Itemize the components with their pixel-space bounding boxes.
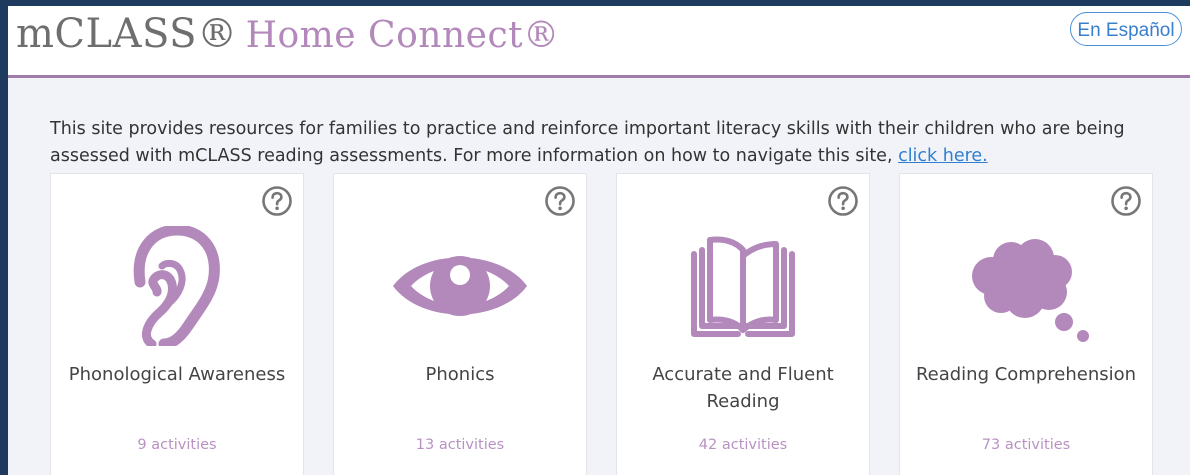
help-question-icon[interactable] [827, 185, 859, 217]
card-accurate-fluent-reading[interactable]: Accurate and Fluent Reading 42 activitie… [616, 173, 870, 475]
ear-icon [133, 226, 220, 346]
eye-icon [393, 256, 527, 316]
card-title: Reading Comprehension [915, 364, 1137, 385]
intro-paragraph: This site provides resources for familie… [50, 116, 1170, 170]
brand-main-text: mCLASS® [16, 11, 238, 57]
card-reading-comprehension[interactable]: Reading Comprehension 73 activities [899, 173, 1153, 475]
card-title: Accurate and Fluent Reading [652, 364, 834, 412]
site-logo[interactable]: mCLASS® Home Connect® [16, 12, 560, 56]
card-phonological-awareness[interactable]: Phonological Awareness 9 activities [50, 173, 304, 475]
site-header: mCLASS® Home Connect® En Español [8, 6, 1190, 78]
brand-sub-text: Home Connect® [245, 15, 560, 56]
help-link[interactable]: click here. [898, 146, 988, 166]
card-title: Phonics [425, 364, 495, 385]
book-icon [691, 236, 795, 337]
app-frame: mCLASS® Home Connect® En Español This sit… [8, 6, 1190, 475]
card-title: Phonological Awareness [68, 364, 286, 385]
spanish-language-button[interactable]: En Español [1070, 12, 1182, 46]
help-question-icon[interactable] [544, 185, 576, 217]
activity-count: 13 activities [415, 437, 505, 453]
activity-count: 73 activities [981, 437, 1071, 453]
skill-cards: Phonological Awareness 9 activities Phon… [50, 173, 1160, 475]
help-question-icon[interactable] [1110, 185, 1142, 217]
thought-cloud-icon [972, 239, 1089, 342]
card-phonics[interactable]: Phonics 13 activities [333, 173, 587, 475]
activity-count: 42 activities [698, 437, 788, 453]
activity-count: 9 activities [137, 437, 217, 453]
help-question-icon[interactable] [261, 185, 293, 217]
